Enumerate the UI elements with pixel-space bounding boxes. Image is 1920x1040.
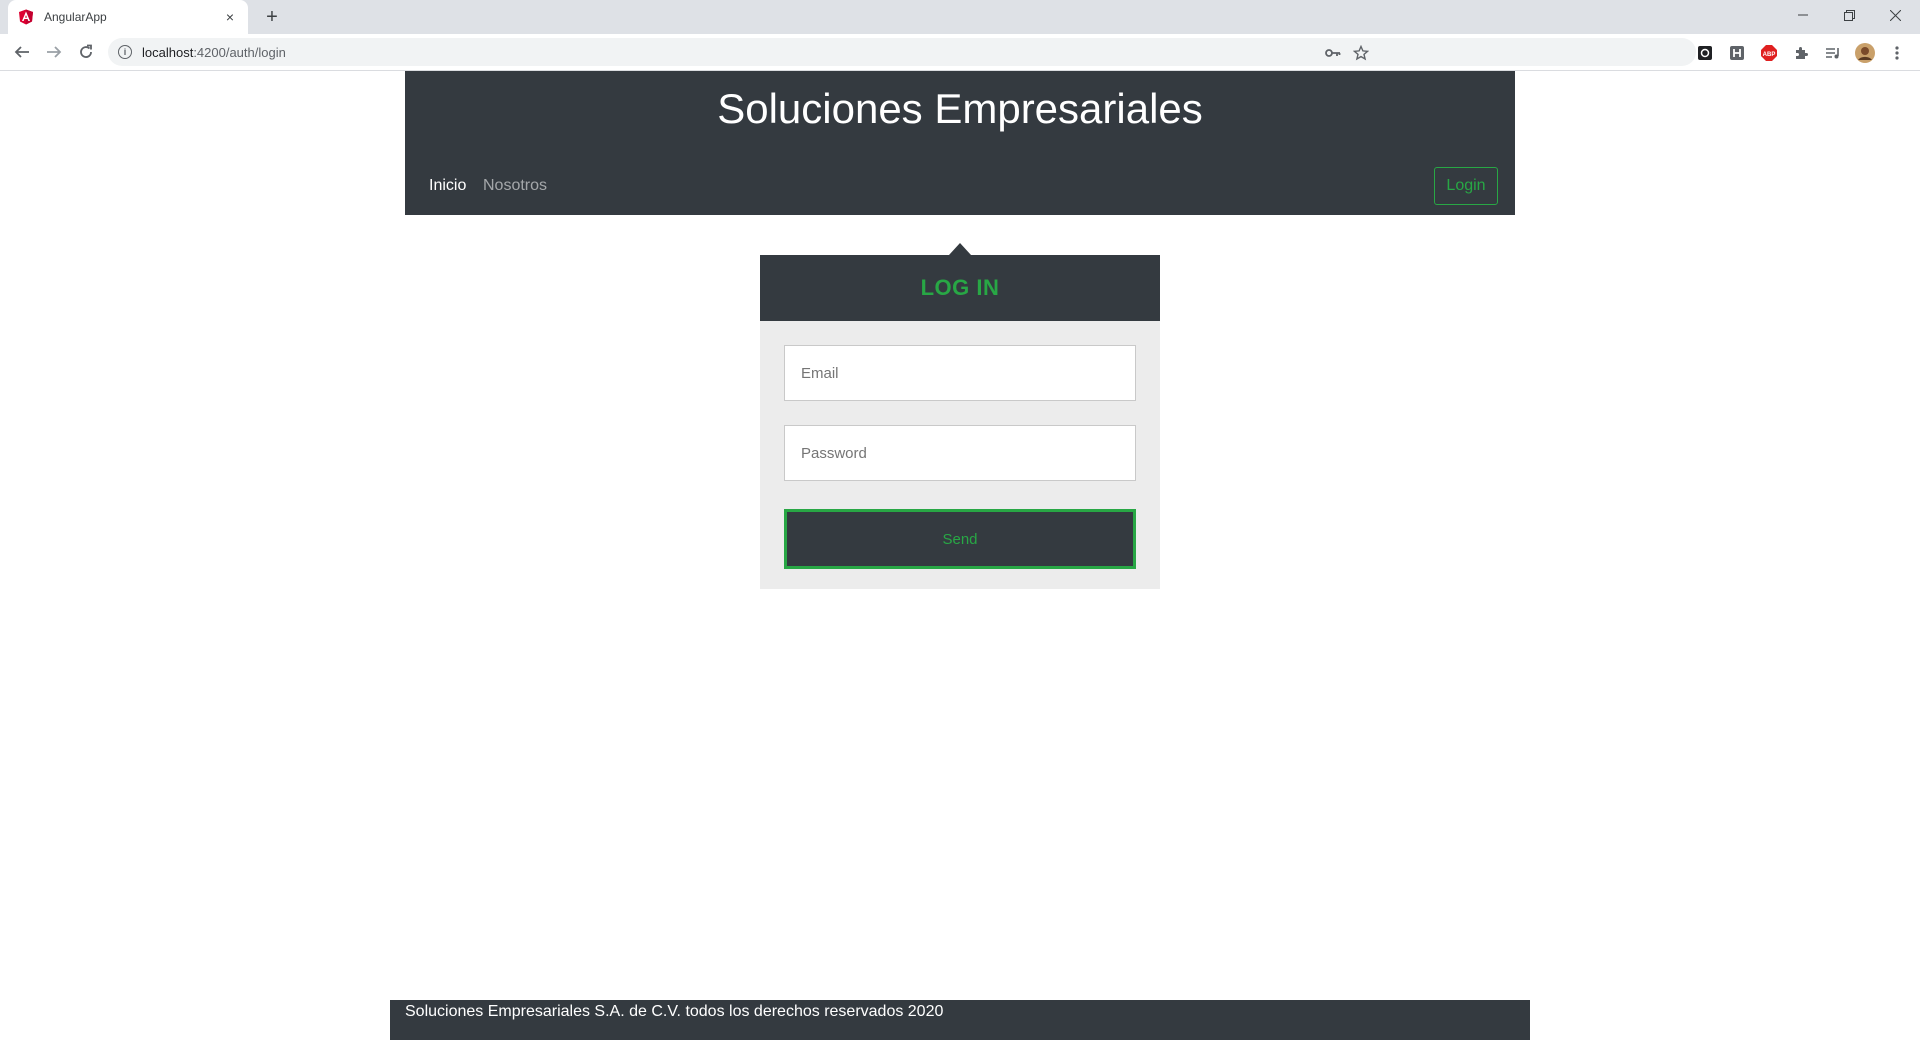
back-arrow-icon[interactable] (10, 40, 34, 64)
profile-avatar-icon[interactable] (1855, 43, 1875, 63)
site-footer: Soluciones Empresariales S.A. de C.V. to… (390, 1000, 1530, 1040)
login-card-header: LOG IN (760, 255, 1160, 321)
reload-icon[interactable] (74, 40, 98, 64)
new-tab-button[interactable]: + (260, 5, 284, 29)
close-window-icon[interactable] (1872, 0, 1918, 30)
angular-favicon-icon (18, 9, 34, 25)
bookmark-star-icon[interactable] (1352, 44, 1370, 62)
login-card: LOG IN Send (760, 255, 1160, 589)
nav-link-inicio[interactable]: Inicio (429, 177, 466, 195)
minimize-icon[interactable] (1780, 0, 1826, 30)
menu-dots-icon[interactable] (1887, 43, 1907, 63)
url-host: localhost (142, 44, 194, 60)
page-content: Soluciones Empresariales Inicio Nosotros… (0, 71, 1920, 1040)
header-login-button[interactable]: Login (1434, 167, 1498, 205)
adblock-extension-icon[interactable]: ABP (1759, 43, 1779, 63)
login-title: LOG IN (920, 275, 1000, 300)
nav-link-nosotros[interactable]: Nosotros (483, 177, 547, 195)
browser-toolbar: i localhost:4200/auth/login ABP (0, 34, 1920, 71)
h-extension-icon[interactable] (1727, 43, 1747, 63)
tab-title: AngularApp (44, 10, 107, 24)
restore-icon[interactable] (1826, 0, 1872, 30)
tab-close-icon[interactable]: × (222, 9, 238, 25)
screencast-extension-icon[interactable] (1695, 43, 1715, 63)
browser-tab-strip: AngularApp × + (0, 0, 1920, 34)
address-bar[interactable]: i localhost:4200/auth/login (108, 38, 1696, 66)
url-path: :4200/auth/login (193, 44, 286, 60)
email-field[interactable] (784, 345, 1136, 401)
password-field[interactable] (784, 425, 1136, 481)
puzzle-icon[interactable] (1791, 43, 1811, 63)
login-card-pointer (949, 243, 971, 255)
site-title: Soluciones Empresariales (717, 85, 1203, 132)
url-text: localhost:4200/auth/login (142, 45, 286, 60)
forward-arrow-icon[interactable] (42, 40, 66, 64)
footer-copyright: Soluciones Empresariales S.A. de C.V. to… (405, 1003, 944, 1020)
key-icon[interactable] (1324, 44, 1342, 62)
browser-tab[interactable]: AngularApp × (8, 0, 248, 34)
site-header: Soluciones Empresariales Inicio Nosotros… (405, 71, 1515, 215)
media-controls-icon[interactable] (1823, 43, 1843, 63)
site-info-icon[interactable]: i (118, 45, 132, 59)
send-button[interactable]: Send (784, 509, 1136, 569)
svg-text:ABP: ABP (1763, 52, 1776, 58)
